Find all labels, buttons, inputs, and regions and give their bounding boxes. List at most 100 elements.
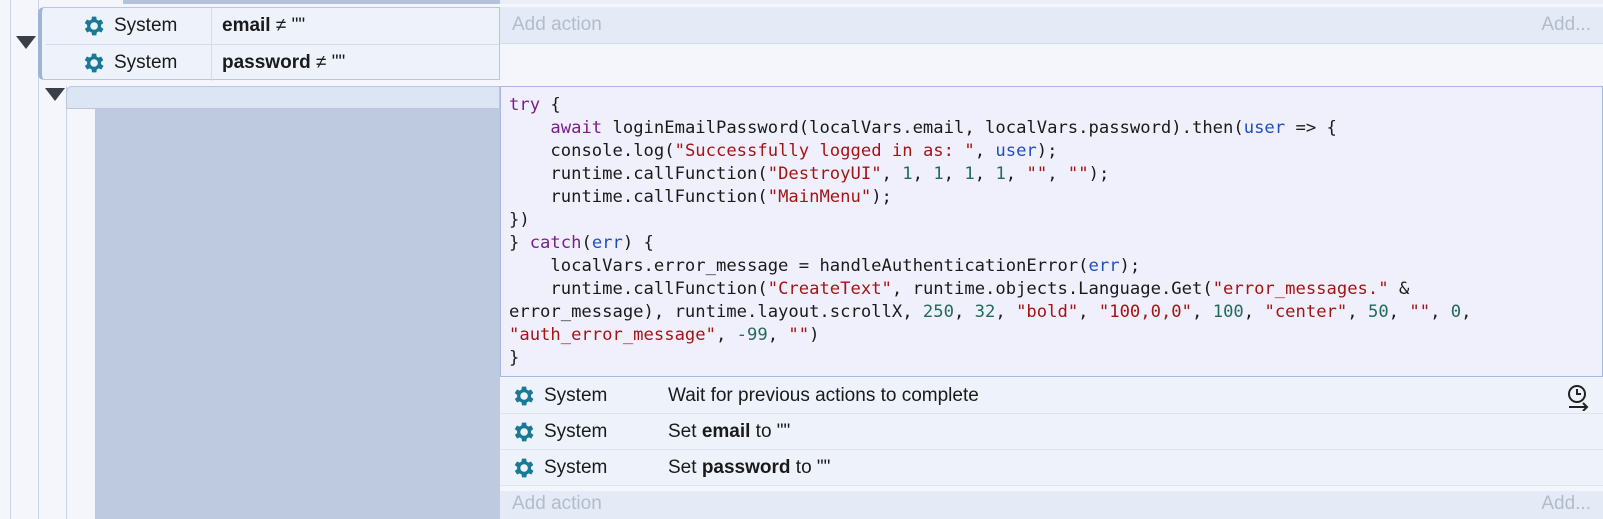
code-number: 50 [1367,302,1389,322]
code-text: } [509,233,530,253]
gear-icon [80,50,106,76]
code-text: , [974,141,996,161]
code-text: & [1388,279,1410,299]
action-variable: email [701,420,751,442]
action-text-suffix: to "" [750,420,791,442]
code-text: ); [871,187,892,207]
gutter-line [66,86,67,519]
action-text: Wait for previous actions to complete [668,384,979,406]
condition-object: System [46,45,212,81]
condition-object: System [46,8,212,44]
wait-clock-icon [1565,383,1591,417]
action-text-prefix: Set [668,456,702,478]
code-text: , [1005,164,1027,184]
condition-operator: ≠ [315,52,327,73]
gear-icon [510,383,536,409]
code-variable: err [1088,256,1120,276]
subevent-condition-area[interactable] [95,109,500,519]
code-text: runtime.callFunction( [550,187,768,207]
code-string: "" [1026,164,1048,184]
code-text: , [1430,302,1451,322]
code-text: runtime.callFunction( [550,164,768,184]
action-row[interactable]: System Wait for previous actions to comp… [500,378,1603,414]
code-text: localVars.error_message = handleAuthenti… [550,256,1089,276]
gutter-line [10,0,11,519]
action-text: Set password to "" [658,457,830,479]
action-text-prefix: Set [668,420,702,442]
gear-icon [510,419,536,445]
code-string: "DestroyUI" [767,164,882,184]
subevent-collapse-toggle[interactable] [45,88,65,101]
code-text: ); [1088,164,1110,184]
add-action-link[interactable]: Add action [512,14,602,36]
code-variable: err [591,233,623,253]
code-number: 0 [1450,302,1462,322]
condition-text: password ≠ "" [212,52,345,74]
code-text: , [995,302,1017,322]
subevent-condition-block[interactable] [66,86,500,109]
action-text-suffix: to "" [790,456,831,478]
code-text: , [912,164,934,184]
add-action-link[interactable]: Add action [512,493,602,515]
code-text: runtime.callFunction( [550,279,768,299]
event-collapse-toggle[interactable] [16,36,36,49]
code-text: console.log( [550,141,675,161]
condition-operator: ≠ [275,15,287,36]
add-link[interactable]: Add... [1541,14,1591,36]
code-text: , [943,164,965,184]
add-action-row[interactable]: Add action Add... [500,7,1603,44]
event-conditions[interactable]: System email ≠ "" System password ≠ "" [38,7,500,81]
code-string: "CreateText" [767,279,892,299]
code-text: , [1243,302,1265,322]
code-number: 1 [902,164,913,184]
action-variable: password [701,456,791,478]
code-text: , [1078,302,1099,322]
action-row[interactable]: System Set email to "" [500,414,1603,450]
code-text: , [1347,302,1368,322]
action-row[interactable]: System Set password to "" [500,450,1603,486]
code-text: } [509,348,520,368]
condition-row[interactable]: System password ≠ "" [46,44,499,81]
code-variable: user [1243,118,1286,138]
code-text: , [1461,302,1472,322]
code-string: "MainMenu" [767,187,872,207]
code-number: 1 [964,164,975,184]
code-text: , [953,302,975,322]
code-number: 32 [974,302,996,322]
previous-event-conditions [123,0,500,4]
condition-object-name: System [114,52,178,73]
add-link[interactable]: Add... [1541,493,1591,515]
code-text: , [1047,164,1068,184]
code-number: 100 [1212,302,1244,322]
code-text: ( [581,233,592,253]
condition-variable: email [222,15,271,36]
condition-row[interactable]: System email ≠ "" [46,8,499,44]
action-text: Set email to "" [658,421,790,443]
code-string: "100,0,0" [1098,302,1193,322]
code-text: { [540,95,561,115]
code-text: , [715,325,737,345]
code-string: "center" [1264,302,1348,322]
action-object-name: System [544,384,608,406]
code-text: , [1388,302,1410,322]
code-string: "Successfully logged in as: " [674,141,975,161]
code-keyword: try [509,95,541,115]
code-string: "" [788,325,810,345]
code-string: "" [1067,164,1089,184]
code-string: "auth_error_message" [509,325,716,345]
code-text: , [881,164,903,184]
condition-text: email ≠ "" [212,15,305,37]
previous-event-actions [500,0,1603,4]
code-text: ); [1036,141,1058,161]
condition-object-name: System [114,15,178,36]
add-action-row[interactable]: Add action Add... [500,491,1603,519]
code-text: }) [509,210,530,230]
code-text: error_message), runtime.layout.scrollX, [509,302,923,322]
script-action[interactable]: try { await loginEmailPassword(localVars… [500,86,1603,377]
code-string: "" [1409,302,1431,322]
action-object-name: System [544,456,608,478]
code-keyword: await [550,118,603,138]
gear-icon [80,13,106,39]
code-number: 1 [933,164,944,184]
condition-value: "" [291,15,306,36]
